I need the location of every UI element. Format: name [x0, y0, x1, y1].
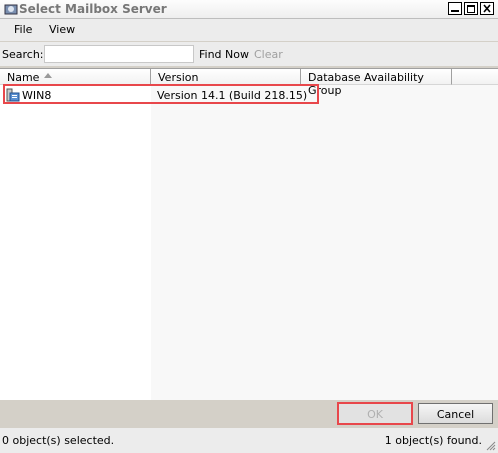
minimize-button[interactable] — [448, 2, 462, 15]
window-title: Select Mailbox Server — [19, 2, 167, 16]
exchange-app-icon — [4, 4, 18, 15]
find-now-link[interactable]: Find Now — [199, 48, 249, 61]
cancel-button[interactable]: Cancel — [418, 403, 493, 424]
column-header-version-label: Version — [158, 71, 199, 84]
status-bar: 0 object(s) selected. 1 object(s) found. — [0, 428, 498, 453]
column-header-version[interactable]: Version — [151, 69, 301, 85]
menu-view[interactable]: View — [49, 23, 75, 36]
server-list[interactable]: Name Version Database Availability Group… — [0, 68, 498, 400]
column-header-name[interactable]: Name — [0, 69, 151, 85]
title-bar: Select Mailbox Server — [0, 0, 498, 19]
close-icon — [483, 4, 491, 13]
status-selected: 0 object(s) selected. — [2, 434, 115, 447]
search-label: Search: — [2, 48, 44, 61]
menu-file[interactable]: File — [14, 23, 32, 36]
row-highlight-annotation — [3, 84, 319, 104]
list-background-pane — [151, 85, 498, 400]
window-controls — [446, 2, 494, 15]
search-input[interactable] — [44, 45, 194, 63]
close-button[interactable] — [480, 2, 494, 15]
column-header-name-label: Name — [7, 71, 40, 84]
resize-grip-icon[interactable] — [486, 441, 496, 451]
select-mailbox-server-window: Select Mailbox Server File View Search: … — [0, 0, 498, 453]
maximize-button[interactable] — [464, 2, 478, 15]
search-bar: Search: Find Now Clear — [0, 42, 498, 66]
clear-link[interactable]: Clear — [254, 48, 283, 61]
menu-bar: File View — [0, 19, 498, 41]
status-found: 1 object(s) found. — [384, 434, 482, 447]
sort-ascending-icon — [44, 73, 52, 78]
ok-highlight-annotation — [337, 402, 413, 425]
column-header-dag[interactable]: Database Availability Group — [301, 69, 452, 97]
column-header-filler — [452, 69, 498, 85]
